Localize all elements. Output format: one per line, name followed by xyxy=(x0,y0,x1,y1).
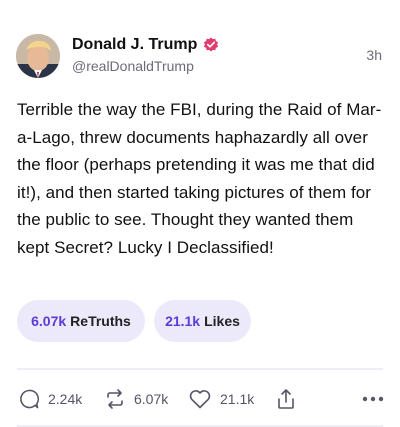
reply-count: 2.24k xyxy=(48,391,83,407)
more-button[interactable] xyxy=(362,385,384,413)
retruths-pill[interactable]: 6.07k ReTruths xyxy=(17,300,145,342)
like-button[interactable]: 21.1k xyxy=(188,385,254,413)
avatar-image xyxy=(16,34,60,78)
share-icon xyxy=(278,389,294,409)
retruths-label: ReTruths xyxy=(70,313,131,329)
reply-icon xyxy=(20,389,40,409)
retruth-count: 6.07k xyxy=(134,391,169,407)
author-name-row: Donald J. Trump xyxy=(72,36,219,54)
likes-label: Likes xyxy=(204,313,240,329)
post-card: Donald J. Trump @realDonaldTrump 3h Terr… xyxy=(0,0,400,427)
action-bar: 2.24k 6.07k 21.1k xyxy=(0,385,400,413)
author-display-name[interactable]: Donald J. Trump xyxy=(72,36,197,54)
author-avatar[interactable] xyxy=(16,34,60,78)
divider xyxy=(17,368,383,370)
more-icon xyxy=(362,396,384,402)
reply-button[interactable]: 2.24k xyxy=(18,385,82,413)
likes-pill[interactable]: 21.1k Likes xyxy=(154,300,251,342)
retruth-button[interactable]: 6.07k xyxy=(104,385,168,413)
like-count: 21.1k xyxy=(220,391,255,407)
post-text: Terrible the way the FBI, during the Rai… xyxy=(17,100,382,257)
likes-count: 21.1k xyxy=(165,313,201,329)
verified-badge-icon xyxy=(203,37,219,53)
author-handle[interactable]: @realDonaldTrump xyxy=(72,58,194,74)
heart-icon xyxy=(189,390,211,409)
post-timestamp[interactable]: 3h xyxy=(366,47,382,63)
retruth-icon xyxy=(107,389,123,409)
retruths-count: 6.07k xyxy=(31,313,67,329)
share-button[interactable] xyxy=(276,385,296,413)
